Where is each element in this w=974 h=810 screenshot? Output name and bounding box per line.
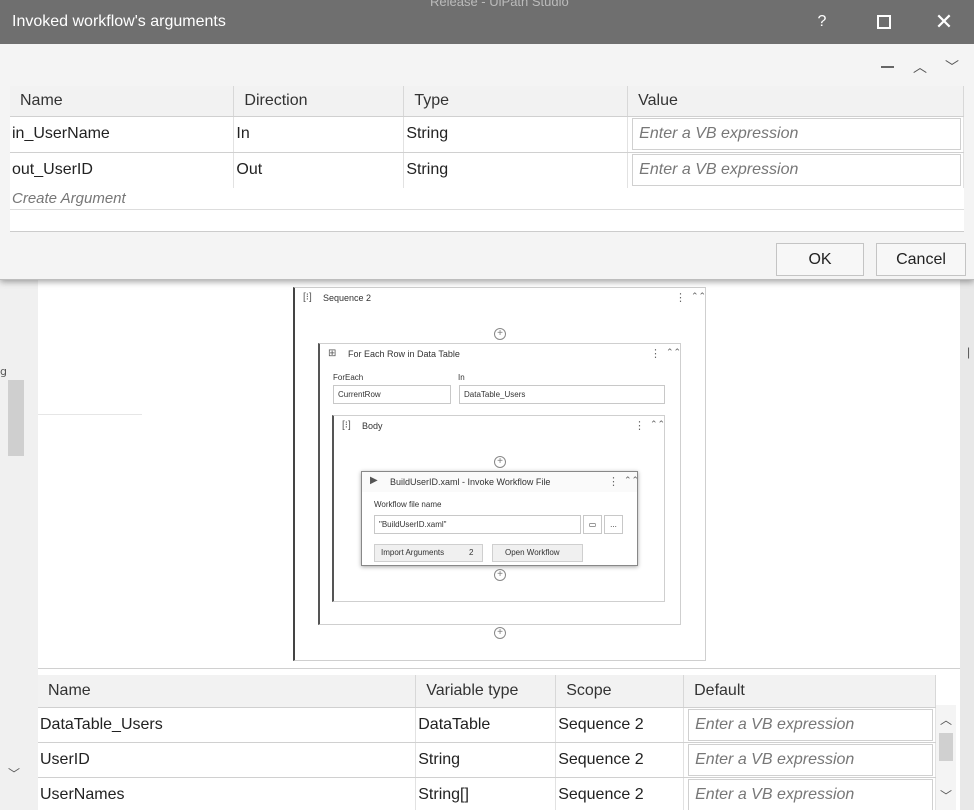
invoke-title: BuildUserID.xaml - Invoke Workflow File: [390, 477, 551, 487]
add-activity-icon[interactable]: +: [494, 569, 506, 581]
variable-default-input[interactable]: Enter a VB expression: [688, 708, 933, 741]
argument-direction[interactable]: Out: [233, 152, 405, 189]
add-activity-icon[interactable]: +: [494, 627, 506, 639]
folder-icon[interactable]: ▭: [583, 515, 602, 534]
variables-scrollbar[interactable]: ︿ ﹀: [936, 705, 956, 810]
for-each-icon: ⊞: [328, 348, 337, 359]
column-header[interactable]: Default: [683, 675, 936, 708]
variable-default-input[interactable]: Enter a VB expression: [688, 778, 933, 810]
import-arguments-label: Import Arguments: [381, 548, 445, 557]
argument-type[interactable]: String: [403, 152, 629, 189]
help-icon[interactable]: ?: [798, 0, 846, 44]
in-label: In: [458, 373, 465, 382]
open-workflow-button[interactable]: Open Workflow: [492, 544, 583, 562]
chevron-up-icon[interactable]: ︿: [936, 711, 956, 728]
column-header[interactable]: Name: [38, 675, 417, 708]
invoke-play-icon: ▶: [370, 475, 378, 486]
left-panel-scrollbar[interactable]: [8, 380, 24, 456]
column-header[interactable]: Variable type: [415, 675, 557, 708]
for-each-title: For Each Row in Data Table: [348, 349, 460, 359]
variables-table: Name Variable type Scope Default DataTab…: [38, 675, 936, 810]
variables-panel: Name Variable type Scope Default DataTab…: [38, 668, 960, 810]
variable-type[interactable]: String[]: [415, 777, 557, 810]
add-activity-icon[interactable]: +: [494, 328, 506, 340]
left-panel-glyph: g: [0, 365, 7, 378]
table-row[interactable]: UserID String Sequence 2 Enter a VB expr…: [38, 742, 936, 778]
chevron-down-icon[interactable]: ﹀: [8, 765, 20, 782]
variable-scope[interactable]: Sequence 2: [555, 777, 685, 810]
column-header[interactable]: Scope: [555, 675, 685, 708]
argument-name[interactable]: out_UserID: [10, 152, 235, 189]
more-options-icon[interactable]: ⋮: [675, 291, 686, 304]
variable-scope[interactable]: Sequence 2: [555, 707, 685, 743]
invoke-workflow-activity[interactable]: ▶ BuildUserID.xaml - Invoke Workflow Fil…: [361, 471, 639, 566]
table-row[interactable]: in_UserName In String Enter a VB express…: [10, 116, 964, 153]
chevron-up-icon[interactable]: ︿: [907, 56, 933, 78]
foreach-label: ForEach: [333, 373, 364, 382]
chevron-down-icon[interactable]: ﹀: [936, 787, 956, 804]
variable-scope[interactable]: Sequence 2: [555, 742, 685, 778]
minimize-icon[interactable]: [874, 56, 900, 78]
app-title-hint: Release - UiPath Studio: [430, 0, 569, 9]
variable-default-input[interactable]: Enter a VB expression: [688, 743, 933, 776]
collapse-icon[interactable]: ⌃⌃: [624, 475, 639, 486]
dialog-titlebar[interactable]: Release - UiPath Studio Invoked workflow…: [0, 0, 974, 44]
variable-name[interactable]: UserID: [38, 742, 417, 778]
body-title: Body: [362, 421, 383, 431]
column-header[interactable]: Name: [10, 86, 235, 117]
dialog-title: Invoked workflow's arguments: [12, 13, 226, 30]
more-options-icon[interactable]: ⋮: [634, 419, 645, 432]
table-row[interactable]: UserNames String[] Sequence 2 Enter a VB…: [38, 777, 936, 810]
arguments-table: Name Direction Type Value in_UserName In…: [10, 86, 964, 189]
scrollbar-thumb[interactable]: [939, 733, 953, 761]
collapse-icon[interactable]: ⌃⌃: [691, 291, 706, 302]
variable-type[interactable]: String: [415, 742, 557, 778]
collapse-icon[interactable]: ⌃⌃: [650, 419, 665, 430]
collapse-icon[interactable]: ⌃⌃: [666, 347, 681, 358]
ok-button[interactable]: OK: [776, 243, 864, 276]
invoked-arguments-dialog: Release - UiPath Studio Invoked workflow…: [0, 0, 974, 280]
argument-type[interactable]: String: [403, 116, 629, 153]
argument-name[interactable]: in_UserName: [10, 116, 235, 153]
right-panel-glyph: |: [967, 345, 971, 359]
sequence-title: Sequence 2: [323, 293, 372, 303]
argument-value-input[interactable]: Enter a VB expression: [632, 154, 961, 186]
close-icon[interactable]: ✕: [920, 0, 968, 44]
more-options-icon[interactable]: ⋮: [608, 475, 619, 488]
add-activity-icon[interactable]: +: [494, 456, 506, 468]
column-header[interactable]: Type: [403, 86, 629, 117]
argument-direction[interactable]: In: [233, 116, 405, 153]
canvas-divider: [38, 414, 142, 415]
variable-name[interactable]: DataTable_Users: [38, 707, 417, 743]
create-argument-row[interactable]: Create Argument: [10, 188, 964, 210]
table-row[interactable]: out_UserID Out String Enter a VB express…: [10, 152, 964, 189]
table-row[interactable]: DataTable_Users DataTable Sequence 2 Ent…: [38, 707, 936, 743]
chevron-down-icon[interactable]: ﹀: [939, 56, 965, 78]
foreach-variable-field[interactable]: CurrentRow: [333, 385, 451, 404]
maximize-icon[interactable]: [860, 0, 908, 44]
import-arguments-button[interactable]: Import Arguments 2: [374, 544, 483, 562]
more-options-icon[interactable]: ⋮: [650, 347, 661, 360]
argument-value-input[interactable]: Enter a VB expression: [632, 118, 961, 150]
sequence-icon: [⁝]: [303, 292, 312, 303]
variable-type[interactable]: DataTable: [415, 707, 557, 743]
column-header[interactable]: Value: [627, 86, 964, 117]
left-panel-strip: [0, 270, 38, 810]
empty-row: [10, 210, 964, 232]
workflow-file-label: Workflow file name: [374, 500, 442, 509]
in-datatable-field[interactable]: DataTable_Users: [459, 385, 665, 404]
variable-name[interactable]: UserNames: [38, 777, 417, 810]
cancel-button[interactable]: Cancel: [876, 243, 966, 276]
sequence-icon: [⁝]: [342, 420, 351, 431]
import-arguments-count: 2: [469, 548, 474, 557]
column-header[interactable]: Direction: [233, 86, 405, 117]
more-options-icon[interactable]: ...: [604, 515, 623, 534]
workflow-file-field[interactable]: "BuildUserID.xaml": [374, 515, 581, 534]
